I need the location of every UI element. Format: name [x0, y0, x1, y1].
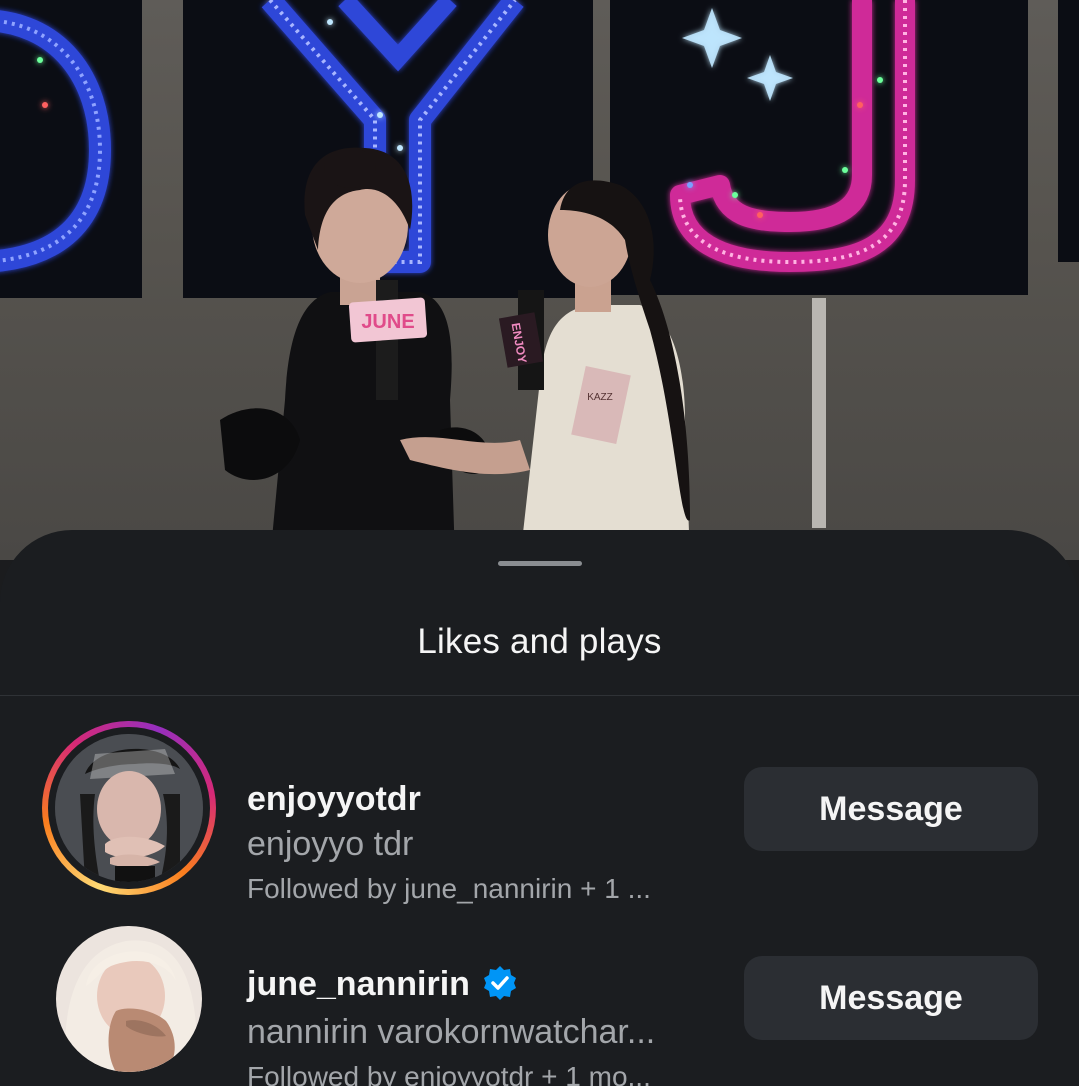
sparkle-icons [37, 8, 883, 218]
list-item[interactable]: enjoyyotdr enjoyyo tdr Followed by june_… [0, 721, 1079, 904]
message-button[interactable]: Message [744, 956, 1038, 1040]
avatar[interactable] [42, 721, 216, 895]
stand-pole [812, 298, 826, 528]
full-name: enjoyyo tdr [247, 825, 414, 863]
full-name: nannirin varokornwatchar... [247, 1013, 656, 1051]
person-left: JUNE [220, 147, 491, 560]
verified-badge-icon [482, 965, 518, 1001]
stage-illustration: JUNE ENJOY KAZZ [0, 0, 915, 560]
title-divider [0, 695, 1079, 696]
likes-bottom-sheet[interactable]: Likes and plays enjoyyotdr enjoyyo tdr F… [0, 530, 1079, 1086]
followed-by-text: Followed by enjoyyotdr + 1 mo... [247, 1061, 651, 1086]
profile-photo [56, 926, 202, 1072]
sheet-drag-handle[interactable] [498, 561, 582, 566]
screen: JUNE ENJOY KAZZ Likes and plays enjoyyot… [0, 0, 1079, 1086]
message-button[interactable]: Message [744, 767, 1038, 851]
sheet-title: Likes and plays [417, 622, 662, 661]
username-text: june_nannirin [247, 965, 470, 1003]
list-item[interactable]: june_nannirin nannirin varokornwatchar..… [0, 923, 1079, 1086]
username[interactable]: enjoyyotdr [247, 780, 421, 819]
followed-by-text: Followed by june_nannirin + 1 ... [247, 873, 651, 904]
profile-photo [55, 734, 203, 882]
avatar[interactable] [56, 926, 202, 1072]
video-background[interactable]: JUNE ENJOY KAZZ [0, 0, 1079, 560]
neon-letter-left [0, 10, 112, 272]
card-text: KAZZ [587, 392, 613, 403]
mic-flag-text: JUNE [361, 311, 414, 333]
username[interactable]: june_nannirin [247, 965, 518, 1004]
